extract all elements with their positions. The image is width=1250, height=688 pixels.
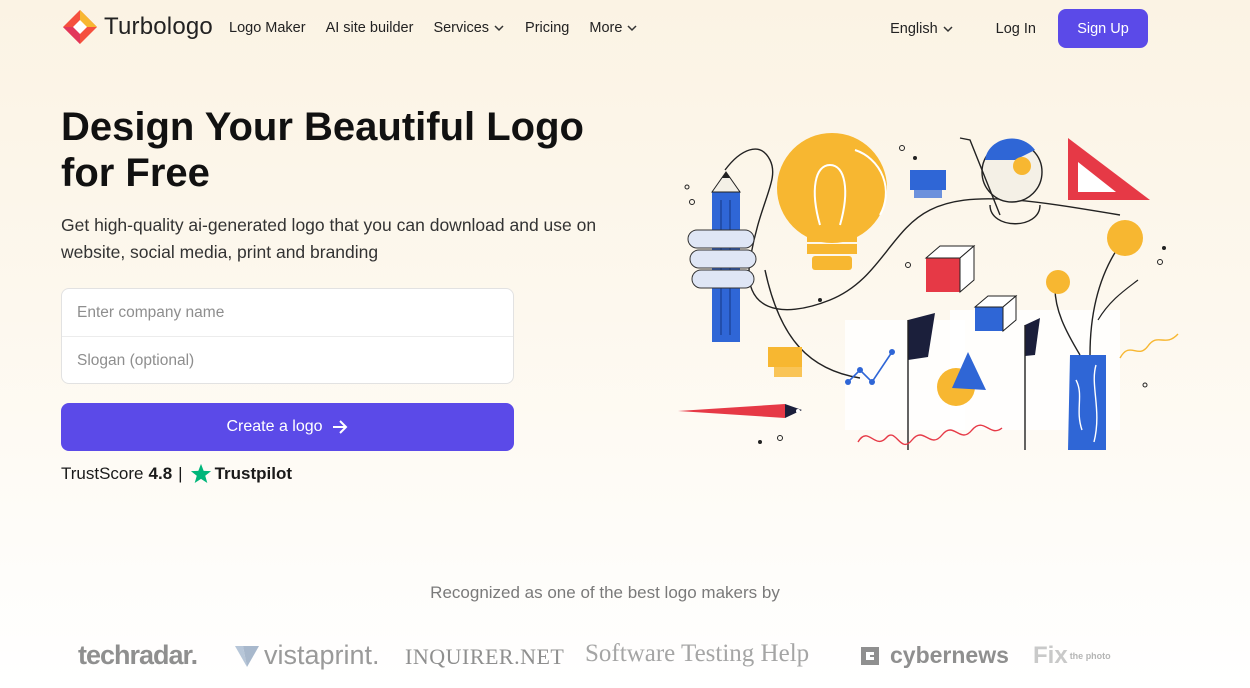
cube-icon (973, 294, 1018, 333)
nav-label: Services (433, 20, 490, 36)
trust-score: 4.8 (148, 464, 173, 483)
cube-icon (924, 244, 976, 294)
brand-name: Turbologo (104, 13, 213, 40)
arrow-right-icon (332, 420, 347, 434)
partner-cybernews: cybernews (860, 642, 1009, 669)
signup-button[interactable]: Sign Up (1058, 9, 1148, 48)
nav-label: Logo Maker (229, 20, 306, 36)
nav-actions: English Log In Sign Up (890, 9, 1148, 48)
partner-label: cybernews (890, 642, 1009, 668)
partner-logos: techradar. vistaprint. INQUIRER.NET Soft… (78, 636, 1178, 676)
turbologo-logo-icon (63, 10, 97, 44)
lightbulb-icon (777, 133, 887, 270)
nav-more[interactable]: More (589, 20, 638, 36)
recognized-heading: Recognized as one of the best logo maker… (430, 583, 780, 602)
create-logo-button[interactable]: Create a logo (61, 403, 514, 451)
trustpilot-rating[interactable]: TrustScore 4.8 | Trustpilot (61, 463, 292, 485)
language-label: English (890, 20, 938, 37)
trustpilot-star-icon (190, 463, 211, 483)
partner-sublabel: the photo (1069, 650, 1111, 661)
hero-subtitle: Get high-quality ai-generated logo that … (61, 215, 597, 262)
chevron-down-icon (627, 25, 637, 32)
login-link[interactable]: Log In (996, 21, 1036, 37)
cybernews-logo-icon (861, 646, 879, 665)
slogan-input[interactable] (62, 337, 513, 384)
nav-ai-site-builder[interactable]: AI site builder (326, 20, 414, 36)
chevron-down-icon (943, 25, 953, 32)
nav-label: More (589, 20, 623, 36)
nav-logo-maker[interactable]: Logo Maker (229, 20, 306, 36)
language-selector[interactable]: English (890, 21, 954, 37)
brand-logo[interactable]: Turbologo (62, 9, 213, 45)
set-square-icon (1068, 138, 1150, 200)
pencil-hand-icon (687, 171, 757, 342)
pen-icon (678, 404, 802, 418)
person-icon (959, 137, 1043, 225)
partner-inquirer: INQUIRER.NET (405, 644, 565, 669)
partner-techradar: techradar. (78, 640, 198, 670)
partner-fix-the-photo: Fix the photo (1033, 642, 1111, 670)
create-logo-label: Create a logo (226, 418, 323, 435)
trust-separator: | (178, 464, 183, 483)
nav-label: Pricing (525, 20, 570, 36)
main-nav: Logo Maker AI site builder Services Pric… (229, 20, 658, 36)
partner-label: Fix (1033, 642, 1068, 669)
logo-form (61, 288, 514, 384)
partner-vistaprint: vistaprint. (234, 640, 380, 671)
nav-label: AI site builder (325, 20, 414, 36)
vistaprint-logo-icon (235, 645, 259, 667)
hero-illustration (678, 133, 1179, 450)
partner-software-testing-help: Software Testing Help (585, 640, 810, 667)
trustpilot-brand: Trustpilot (214, 464, 293, 483)
trust-label: TrustScore (61, 464, 144, 483)
chevron-down-icon (494, 25, 504, 32)
top-nav: Turbologo Logo Maker AI site builder Ser… (0, 0, 1250, 58)
hero-title: Design Your Beautiful Logo for Free (61, 105, 584, 195)
company-name-input[interactable] (62, 289, 513, 336)
partner-label: vistaprint. (264, 640, 380, 670)
nav-pricing[interactable]: Pricing (525, 20, 569, 36)
nav-services[interactable]: Services (433, 20, 505, 36)
